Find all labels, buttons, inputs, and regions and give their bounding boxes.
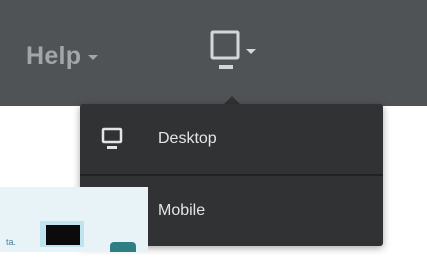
monitor-icon (210, 30, 240, 69)
dropdown-item-label: Desktop (158, 130, 217, 147)
dropdown-pointer (224, 96, 240, 104)
top-navigation-bar: Help (0, 0, 427, 106)
help-menu-label: Help (26, 41, 82, 70)
dropdown-item-label: Mobile (158, 202, 206, 219)
monitor-icon (100, 125, 124, 153)
chevron-down-icon (246, 49, 256, 54)
page-thumbnail-image: ta. (0, 187, 148, 252)
dropdown-item-desktop[interactable]: Desktop (80, 104, 383, 174)
thumbnail-text-fragment: ta. (6, 237, 17, 247)
help-menu-button[interactable]: Help (26, 36, 99, 76)
thumbnail-accent-shape (110, 242, 136, 252)
device-preview-toggle[interactable] (210, 30, 260, 76)
thumbnail-screen-shape (46, 225, 80, 245)
chevron-down-icon (88, 54, 99, 60)
